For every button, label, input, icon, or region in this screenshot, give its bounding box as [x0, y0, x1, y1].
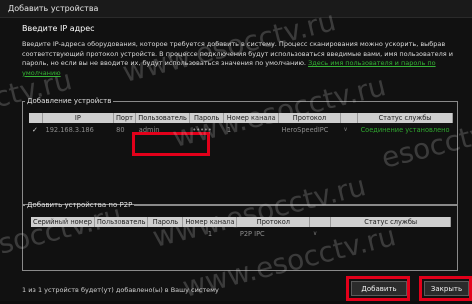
header-password[interactable]: Пароль	[147, 217, 184, 227]
p2p-table-header: Серийный номер Пользователь Пароль Номер…	[31, 217, 451, 227]
ip-devices-legend: Добавление устройств	[27, 97, 112, 105]
row-checkbox[interactable]: ✓	[29, 123, 43, 136]
ip-cell[interactable]: 192.168.3.186	[43, 123, 114, 136]
p2p-devices-table: Серийный номер Пользователь Пароль Номер…	[31, 217, 451, 240]
user-cell[interactable]	[94, 227, 148, 240]
window-title: Добавить устройства	[0, 0, 472, 18]
table-row[interactable]: ✓ 192.168.3.186 80 admin ••••• 1 HeroSpe…	[29, 123, 453, 136]
devices-summary: 1 из 1 устройств будет(ут) добавлено(ы) …	[22, 286, 219, 294]
header-user[interactable]: Пользователь	[135, 113, 190, 123]
header-user[interactable]: Пользователь	[94, 217, 149, 227]
channel-cell[interactable]: 1	[224, 123, 279, 136]
header-password[interactable]: Пароль	[189, 113, 225, 123]
protocol-cell[interactable]: P2P IPC	[237, 227, 310, 240]
ip-devices-group: Добавление устройств IP Порт Пользовател…	[22, 97, 458, 205]
table-row[interactable]: 1 P2P IPC ∨	[31, 227, 451, 240]
header-protocol-arrow	[309, 217, 332, 227]
header-serial[interactable]: Серийный номер	[31, 217, 95, 227]
highlight-add-button	[346, 276, 410, 301]
section-heading: Введите IP адрес	[22, 24, 95, 33]
status-cell: Соединение установлено	[360, 125, 450, 134]
channel-cell[interactable]: 1	[183, 227, 237, 240]
header-status[interactable]: Статус службы	[357, 113, 453, 123]
protocol-cell[interactable]: HeroSpeedIPC	[279, 123, 341, 136]
serial-cell[interactable]	[31, 227, 94, 240]
ip-table-header: IP Порт Пользователь Пароль Номер канала…	[29, 113, 453, 123]
instructions-text: Введите IP-адреса оборудования, которое …	[22, 40, 454, 78]
highlight-close-button	[419, 276, 472, 301]
header-channel[interactable]: Номер канала	[223, 113, 280, 123]
header-protocol-arrow	[340, 113, 359, 123]
password-cell[interactable]	[148, 227, 183, 240]
header-protocol[interactable]: Протокол	[278, 113, 341, 123]
header-protocol[interactable]: Протокол	[236, 217, 311, 227]
p2p-devices-legend: Добавить устройства по P2P	[27, 201, 133, 209]
header-channel[interactable]: Номер канала	[182, 217, 238, 227]
header-status[interactable]: Статус службы	[330, 217, 451, 227]
highlight-credentials	[132, 132, 210, 156]
p2p-devices-group: Добавить устройства по P2P Серийный номе…	[22, 201, 458, 271]
chevron-down-icon[interactable]: ∨	[340, 123, 357, 136]
header-ip[interactable]: IP	[42, 113, 114, 123]
ip-devices-table: IP Порт Пользователь Пароль Номер канала…	[29, 113, 453, 136]
chevron-down-icon[interactable]: ∨	[310, 227, 331, 240]
header-select[interactable]	[29, 113, 44, 123]
status-cell	[331, 227, 451, 240]
header-port[interactable]: Порт	[113, 113, 137, 123]
